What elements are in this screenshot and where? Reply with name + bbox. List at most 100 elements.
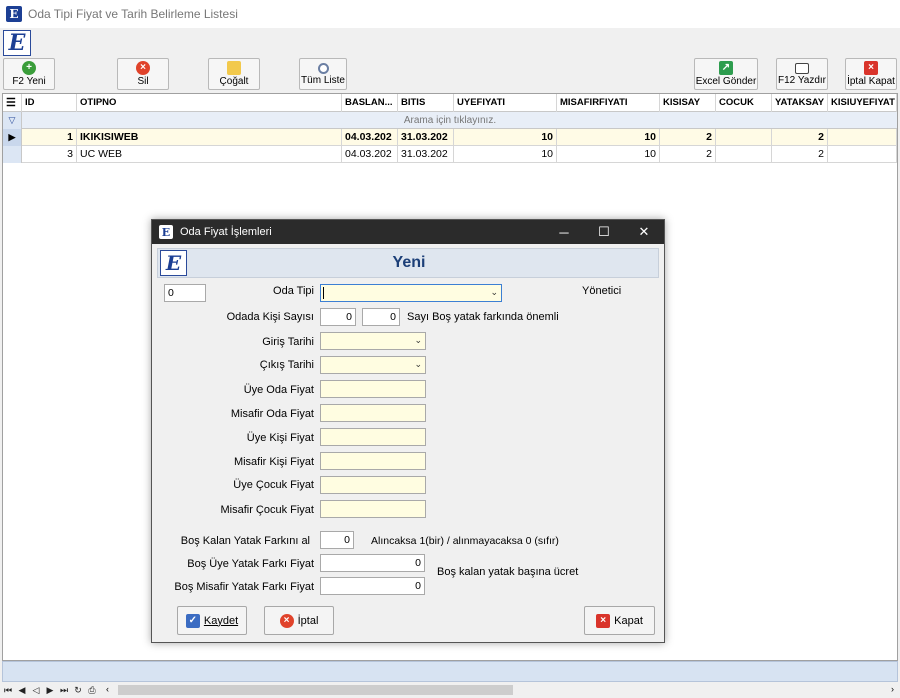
cell-uyefiyati: 10 <box>454 146 557 162</box>
grid-header: ☰ ID OTIPNO BASLAN... BITIS UYEFIYATI MI… <box>3 94 897 112</box>
person-count-field[interactable]: 0 <box>320 308 356 326</box>
export-icon[interactable]: ⎙ <box>86 684 98 696</box>
guest-person-price-field[interactable] <box>320 452 426 470</box>
cancel-close-button[interactable]: × İptal Kapat <box>845 58 897 90</box>
member-bed-diff-label: Boş Üye Yatak Farkı Fiyat <box>187 558 314 570</box>
window-titlebar: E Oda Tipi Fiyat ve Tarih Belirleme List… <box>0 0 900 28</box>
save-button[interactable]: ✓ Kaydet <box>177 606 247 635</box>
red-x-icon: × <box>596 613 611 628</box>
x-circle-icon: × <box>279 613 294 628</box>
grid-footer-strip <box>2 661 898 682</box>
record-id-field[interactable]: 0 <box>164 284 206 302</box>
table-row[interactable]: 3 UC WEB 04.03.202 31.03.202 10 10 2 2 <box>3 146 897 163</box>
col-yataksay[interactable]: YATAKSAY <box>772 94 828 112</box>
col-id[interactable]: ID <box>22 94 77 112</box>
guest-child-price-field[interactable] <box>320 500 426 518</box>
guest-child-price-label: Misafir Çocuk Fiyat <box>220 504 314 516</box>
magnifier-icon <box>317 62 329 74</box>
cell-kisiuyefiyat <box>828 146 897 162</box>
table-row[interactable]: ▶ 1 IKIKISIWEB 04.03.202 31.03.202 10 10… <box>3 129 897 146</box>
next-record-icon[interactable]: ▶ <box>44 684 56 696</box>
last-record-icon[interactable]: ⏭ <box>58 684 70 696</box>
chevron-down-icon: ⌄ <box>490 287 498 297</box>
member-child-price-field[interactable] <box>320 476 426 494</box>
col-bitis[interactable]: BITIS <box>398 94 454 112</box>
x-circle-icon: × <box>136 61 150 75</box>
copy-button[interactable]: Çoğalt <box>208 58 260 90</box>
chevron-down-icon: ⌄ <box>414 335 422 345</box>
cell-otipno: IKIKISIWEB <box>77 129 342 145</box>
col-otipno[interactable]: OTIPNO <box>77 94 342 112</box>
brand-logo-icon: E <box>3 30 31 56</box>
cell-cocuk <box>716 146 772 162</box>
dialog-header: E Yeni <box>157 248 659 278</box>
col-kisisay[interactable]: KISISAY <box>660 94 716 112</box>
cell-kisisay: 2 <box>660 146 716 162</box>
cell-kisisay: 2 <box>660 129 716 145</box>
horizontal-scrollbar[interactable]: ‹ › <box>104 684 898 696</box>
cell-id: 1 <box>22 129 77 145</box>
row-indicator <box>3 146 22 163</box>
window-title: Oda Tipi Fiyat ve Tarih Belirleme Listes… <box>28 7 238 21</box>
col-kisiuyefiyat[interactable]: KISIUYEFIYAT <box>828 94 897 112</box>
cell-misafirfiyati: 10 <box>557 146 660 162</box>
col-misafirfiyati[interactable]: MISAFIRFIYATI <box>557 94 660 112</box>
cell-bitis: 31.03.202 <box>398 146 454 162</box>
prev-page-icon[interactable]: ◀ <box>16 684 28 696</box>
scroll-left-icon[interactable]: ‹ <box>106 684 109 694</box>
dialog-titlebar: E Oda Fiyat İşlemleri ─ ☐ ✕ <box>152 220 664 244</box>
cancel-button[interactable]: × İptal <box>264 606 334 635</box>
guest-room-price-field[interactable] <box>320 404 426 422</box>
cell-uyefiyati: 10 <box>454 129 557 145</box>
member-person-price-label: Üye Kişi Fiyat <box>246 432 314 444</box>
print-button[interactable]: F12 Yazdır <box>776 58 828 90</box>
cell-yataksay: 2 <box>772 146 828 162</box>
new-button[interactable]: + F2 Yeni <box>3 58 55 90</box>
guest-room-price-label: Misafir Oda Fiyat <box>230 408 314 420</box>
close-icon[interactable]: ✕ <box>624 220 664 244</box>
checkmark-icon: ✓ <box>185 613 200 628</box>
room-price-dialog: E Oda Fiyat İşlemleri ─ ☐ ✕ E Yeni 0 Yön… <box>151 219 665 643</box>
excel-export-button[interactable]: ↗ Excel Gönder <box>694 58 758 90</box>
close-button[interactable]: × Kapat <box>584 606 655 635</box>
empty-bed-diff-note: Alıncaksa 1(bir) / alınmayacaksa 0 (sıfı… <box>371 535 559 547</box>
cell-yataksay: 2 <box>772 129 828 145</box>
app-logo-icon: E <box>6 6 22 22</box>
checkin-date-picker[interactable]: ⌄ <box>320 332 426 350</box>
guest-person-price-label: Misafir Kişi Fiyat <box>233 456 314 468</box>
cell-kisiuyefiyat <box>828 129 897 145</box>
red-x-icon: × <box>864 61 878 75</box>
col-baslangic[interactable]: BASLAN... <box>342 94 398 112</box>
scroll-thumb[interactable] <box>118 685 513 695</box>
col-cocuk[interactable]: COCUK <box>716 94 772 112</box>
member-person-price-field[interactable] <box>320 428 426 446</box>
toolbar: E + F2 Yeni × Sil Çoğalt Tüm Liste ↗ Exc… <box>0 28 900 92</box>
prev-record-icon[interactable]: ◁ <box>30 684 42 696</box>
first-record-icon[interactable]: ⏮ <box>2 684 14 696</box>
empty-bed-count-field[interactable]: 0 <box>362 308 400 326</box>
delete-button[interactable]: × Sil <box>117 58 169 90</box>
member-bed-diff-field[interactable]: 0 <box>320 554 425 572</box>
grid-search-row[interactable]: ▽ Arama için tıklayınız. <box>3 112 897 129</box>
dialog-title: Oda Fiyat İşlemleri <box>180 226 272 238</box>
current-row-arrow-icon: ▶ <box>3 129 22 146</box>
person-count-label: Odada Kişi Sayısı <box>226 311 314 323</box>
list-all-button[interactable]: Tüm Liste <box>299 58 347 90</box>
checkin-label: Giriş Tarihi <box>262 336 314 348</box>
guest-bed-diff-field[interactable]: 0 <box>320 577 425 595</box>
cell-id: 3 <box>22 146 77 162</box>
empty-bed-diff-field[interactable]: 0 <box>320 531 354 549</box>
minimize-icon[interactable]: ─ <box>544 220 584 244</box>
cell-baslangic: 04.03.202 <box>342 146 398 162</box>
checkout-date-picker[interactable]: ⌄ <box>320 356 426 374</box>
empty-bed-note: Sayı Boş yatak farkında önemli <box>407 311 559 323</box>
member-room-price-field[interactable] <box>320 380 426 398</box>
scroll-right-icon[interactable]: › <box>891 684 894 694</box>
maximize-icon[interactable]: ☐ <box>584 220 624 244</box>
per-bed-note: Boş kalan yatak başına ücret <box>437 566 579 578</box>
column-chooser-icon[interactable]: ☰ <box>3 94 22 112</box>
col-uyefiyati[interactable]: UYEFIYATI <box>454 94 557 112</box>
room-type-select[interactable]: ⌄ <box>320 284 502 302</box>
refresh-icon[interactable]: ↻ <box>72 684 84 696</box>
role-label: Yönetici <box>582 285 622 297</box>
